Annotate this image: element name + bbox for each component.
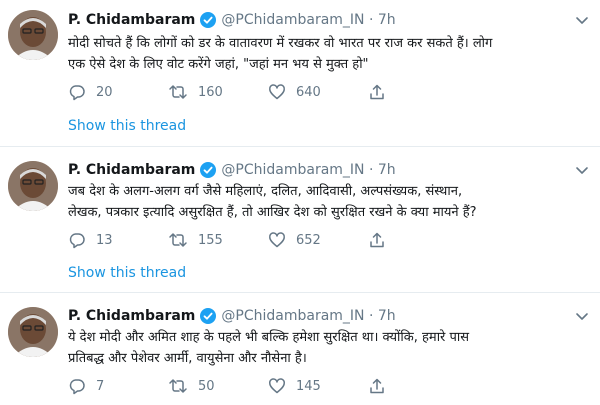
author-handle[interactable]: @PChidambaram_IN — [221, 162, 364, 178]
share-icon — [370, 378, 384, 394]
retweet-icon — [169, 233, 187, 247]
avatar[interactable] — [8, 161, 58, 211]
share-icon — [370, 84, 384, 100]
tweet-3[interactable]: P. Chidambaram @PChidambaram_IN · 7h ये … — [0, 293, 600, 405]
retweet-button[interactable]: 155 — [168, 231, 268, 249]
verified-badge-icon — [200, 162, 217, 178]
verified-badge-icon — [200, 308, 217, 324]
reply-icon — [69, 379, 85, 395]
tweet-text-line: ये देश मोदी और अमित शाह के पहले भी बल्कि… — [68, 330, 470, 345]
profile-photo — [8, 307, 58, 357]
reply-button[interactable]: 13 — [68, 231, 168, 249]
retweet-button[interactable]: 160 — [168, 83, 268, 101]
reply-icon — [69, 233, 85, 249]
like-count: 652 — [296, 232, 321, 248]
tweet-actions: 20 160 640 — [68, 81, 468, 103]
tweet-text-line: एक ऐसे देश के लिए वोट करेंगे जहां, "जहां… — [68, 57, 369, 72]
timestamp[interactable]: 7h — [378, 308, 396, 324]
reply-button[interactable]: 7 — [68, 377, 168, 395]
reply-count: 13 — [96, 232, 113, 248]
reply-count: 7 — [96, 378, 105, 394]
tweet-1[interactable]: P. Chidambaram @PChidambaram_IN · 7h मोद… — [0, 0, 600, 145]
reply-button[interactable]: 20 — [68, 83, 168, 101]
profile-photo — [8, 161, 58, 211]
share-button[interactable] — [368, 377, 468, 395]
tweet-text-line: जब देश के अलग-अलग वर्ग जैसे महिलाएं, दलि… — [68, 184, 463, 199]
reply-icon — [69, 85, 85, 101]
retweet-icon — [169, 85, 187, 99]
timestamp[interactable]: 7h — [378, 162, 396, 178]
chevron-down-icon[interactable] — [574, 308, 590, 324]
tweet-text: जब देश के अलग-अलग वर्ग जैसे महिलाएं, दलि… — [68, 181, 593, 223]
like-button[interactable]: 652 — [268, 231, 368, 249]
like-icon — [269, 232, 285, 248]
tweet-2[interactable]: P. Chidambaram @PChidambaram_IN · 7h जब … — [0, 147, 600, 291]
retweet-count: 160 — [198, 84, 223, 100]
like-icon — [269, 84, 285, 100]
like-icon — [269, 378, 285, 394]
avatar[interactable] — [8, 307, 58, 357]
avatar[interactable] — [8, 10, 58, 60]
retweet-count: 155 — [198, 232, 223, 248]
chevron-down-icon[interactable] — [574, 12, 590, 28]
author-name[interactable]: P. Chidambaram — [68, 308, 195, 324]
share-button[interactable] — [368, 83, 468, 101]
tweet-text: मोदी सोचते हैं कि लोगों को डर के वातावरण… — [68, 33, 593, 75]
like-button[interactable]: 640 — [268, 83, 368, 101]
tweet-text-line: मोदी सोचते हैं कि लोगों को डर के वातावरण… — [68, 36, 493, 51]
verified-badge-icon — [200, 12, 217, 28]
timestamp[interactable]: 7h — [378, 12, 396, 28]
tweet-actions: 13 155 652 — [68, 229, 468, 251]
tweet-actions: 7 50 145 — [68, 375, 468, 397]
separator-dot: · — [364, 162, 378, 178]
chevron-down-icon[interactable] — [574, 162, 590, 178]
tweet-text-line: प्रतिबद्ध और पेशेवर आर्मी, वायुसेना और न… — [68, 351, 307, 366]
share-icon — [370, 232, 384, 248]
author-handle[interactable]: @PChidambaram_IN — [221, 308, 364, 324]
retweet-button[interactable]: 50 — [168, 377, 268, 395]
author-name[interactable]: P. Chidambaram — [68, 12, 195, 28]
reply-count: 20 — [96, 84, 113, 100]
tweet-text: ये देश मोदी और अमित शाह के पहले भी बल्कि… — [68, 327, 593, 369]
author-handle[interactable]: @PChidambaram_IN — [221, 12, 364, 28]
retweet-icon — [169, 379, 187, 393]
show-thread-link[interactable]: Show this thread — [68, 118, 186, 134]
like-count: 640 — [296, 84, 321, 100]
profile-photo — [8, 10, 58, 60]
retweet-count: 50 — [198, 378, 215, 394]
share-button[interactable] — [368, 231, 468, 249]
separator-dot: · — [364, 12, 378, 28]
like-count: 145 — [296, 378, 321, 394]
separator-dot: · — [364, 308, 378, 324]
author-name[interactable]: P. Chidambaram — [68, 162, 195, 178]
like-button[interactable]: 145 — [268, 377, 368, 395]
tweet-text-line: लेखक, पत्रकार इत्यादि असुरक्षित हैं, तो … — [68, 205, 477, 220]
show-thread-link[interactable]: Show this thread — [68, 265, 186, 281]
